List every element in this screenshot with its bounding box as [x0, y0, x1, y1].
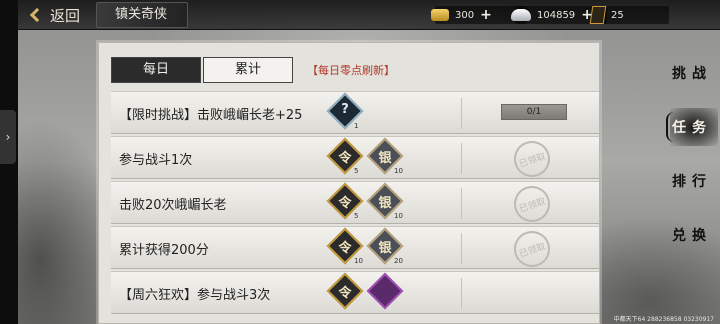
side-nav: 挑战 任务 排行 兑换: [664, 46, 720, 262]
side-item-label: 挑战: [672, 66, 712, 82]
reward-count: 5: [354, 212, 359, 220]
task-panel: 每日 累计 【每日零点刷新】 【限时挑战】击败峨嵋长老+25 ? 1 0/1 参…: [98, 42, 600, 324]
chevron-right-icon: ›: [5, 130, 11, 144]
task-progress: 0/1: [501, 104, 567, 120]
task-name: 累计获得200分: [119, 243, 209, 258]
side-item-challenge[interactable]: 挑战: [664, 46, 720, 100]
side-item-ranking[interactable]: 排行: [664, 154, 720, 208]
gold-value: 300: [455, 9, 475, 21]
gem-icon: [366, 272, 404, 310]
top-bar: 返回 镇关奇侠 300 + 104859 + 25: [18, 0, 720, 30]
reward-list: 令: [326, 272, 408, 312]
token-icon: [589, 6, 607, 24]
expand-side-handle[interactable]: ›: [0, 110, 16, 164]
task-row: 击败20次峨嵋长老 令 5 银 10 已领取: [111, 181, 599, 227]
divider: [461, 188, 462, 219]
page-title: 镇关奇侠: [96, 2, 188, 28]
reward-list: 令 5 银 10: [326, 182, 408, 222]
back-button[interactable]: 返回: [29, 4, 81, 26]
reward-count: 10: [354, 257, 363, 265]
task-row: 参与战斗1次 令 5 银 10 已领取: [111, 136, 599, 182]
side-item-exchange[interactable]: 兑换: [664, 208, 720, 262]
gold-ingot-icon: [431, 9, 449, 21]
task-name: 【周六狂欢】参与战斗3次: [119, 288, 271, 303]
side-item-label: 任务: [672, 120, 712, 136]
reward-item[interactable]: 令 5: [326, 137, 368, 177]
side-item-tasks[interactable]: 任务: [664, 100, 720, 154]
add-gold-icon[interactable]: +: [480, 7, 492, 23]
reward-item[interactable]: 银 10: [366, 182, 408, 222]
divider: [461, 143, 462, 174]
task-tabs: 每日 累计 【每日零点刷新】: [111, 57, 395, 83]
divider: [461, 278, 462, 309]
reward-item[interactable]: [366, 272, 408, 312]
claimed-stamp: 已领取: [509, 181, 555, 227]
reward-item[interactable]: 银 20: [366, 227, 408, 267]
silver-ingot-icon: [511, 9, 531, 21]
token-value: 25: [611, 9, 624, 21]
task-list[interactable]: 【限时挑战】击败峨嵋长老+25 ? 1 0/1 参与战斗1次 令 5 银 10 …: [111, 91, 599, 324]
tab-cumulative[interactable]: 累计: [203, 57, 293, 83]
tab-daily[interactable]: 每日: [111, 57, 201, 83]
reward-count: 1: [354, 122, 359, 130]
task-row: 【周六狂欢】参与战斗3次 令: [111, 271, 599, 314]
reward-list: ? 1: [326, 92, 368, 132]
reward-count: 10: [394, 167, 403, 175]
divider: [461, 233, 462, 264]
task-row: 累计获得200分 令 10 银 20 已领取: [111, 226, 599, 272]
back-label: 返回: [50, 6, 81, 25]
reward-count: 20: [394, 257, 403, 265]
task-row: 【限时挑战】击败峨嵋长老+25 ? 1 0/1: [111, 91, 599, 134]
reward-list: 令 10 银 20: [326, 227, 408, 267]
reward-item[interactable]: 令 5: [326, 182, 368, 222]
chevron-left-icon: [29, 7, 45, 23]
task-name: 【限时挑战】击败峨嵋长老+25: [119, 108, 303, 123]
side-item-label: 兑换: [672, 228, 712, 244]
task-name: 击败20次峨嵋长老: [119, 198, 227, 213]
claimed-stamp: 已领取: [509, 136, 555, 182]
reward-item[interactable]: 银 10: [366, 137, 408, 177]
reward-item[interactable]: ? 1: [326, 92, 368, 132]
silver-value: 104859: [537, 9, 576, 21]
reward-count: 5: [354, 167, 359, 175]
reward-list: 令 5 银 10: [326, 137, 408, 177]
reward-count: 10: [394, 212, 403, 220]
divider: [461, 98, 462, 129]
footer-text: 中都天下64 288236858 03230917: [613, 316, 714, 323]
claimed-stamp: 已领取: [509, 226, 555, 272]
task-name: 参与战斗1次: [119, 153, 193, 168]
refresh-note: 【每日零点刷新】: [307, 64, 395, 77]
token-counter: 25: [589, 6, 669, 24]
side-item-label: 排行: [672, 174, 712, 190]
reward-item[interactable]: 令: [326, 272, 368, 312]
reward-item[interactable]: 令 10: [326, 227, 368, 267]
